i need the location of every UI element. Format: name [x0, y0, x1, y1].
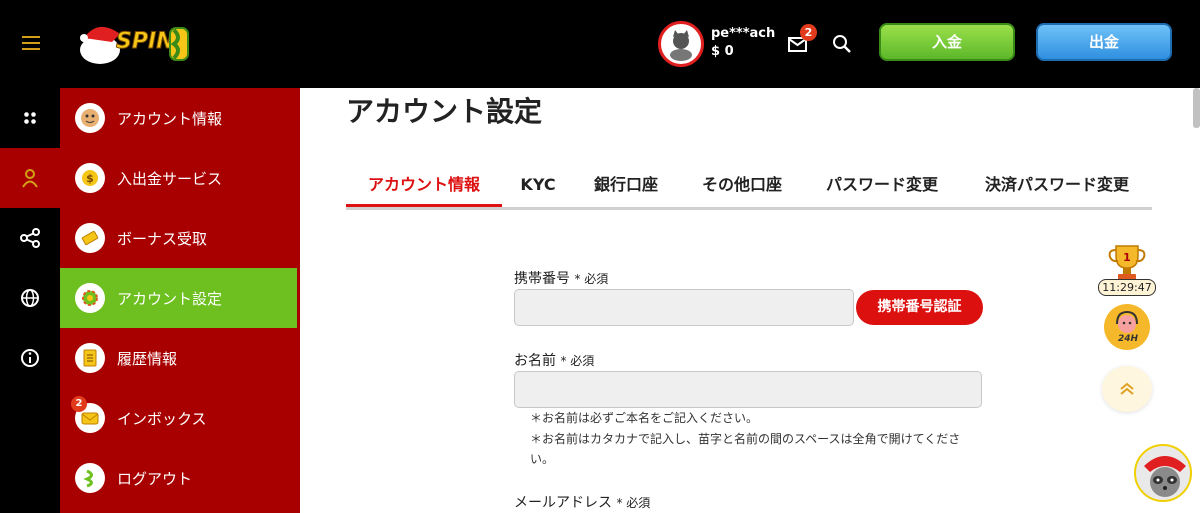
user-avatar[interactable] [658, 21, 704, 67]
inbox-icon: 2 [71, 396, 105, 433]
tab-password-change[interactable]: パスワード変更 [818, 170, 946, 207]
user-icon [22, 169, 38, 188]
trophy-icon[interactable]: 1 [1106, 242, 1148, 282]
grid-icon [24, 112, 36, 124]
sidebar-item-account-settings[interactable]: アカウント設定 [60, 268, 297, 328]
sidebar-item-bonus[interactable]: ボーナス受取 [60, 208, 297, 268]
sidebar-item-history[interactable]: 履歴情報 [60, 328, 297, 388]
search-icon[interactable] [831, 33, 853, 55]
ticket-icon [75, 223, 105, 253]
hamburger-menu-icon[interactable] [22, 36, 40, 50]
sidebar-item-label: インボックス [117, 409, 207, 428]
rail-info[interactable] [0, 328, 60, 388]
svg-text:SPIN: SPIN [116, 29, 175, 54]
sidebar-item-label: アカウント設定 [117, 289, 223, 308]
svg-text:$: $ [86, 172, 94, 185]
mail-badge: 2 [800, 24, 817, 41]
scroll-to-top-button[interactable] [1102, 366, 1152, 412]
icon-rail [0, 88, 60, 513]
phone-label-text: 携帯番号 [514, 271, 570, 287]
name-input[interactable] [514, 371, 982, 408]
tab-bank-account[interactable]: 銀行口座 [586, 170, 666, 207]
withdraw-button[interactable]: 出金 [1036, 23, 1172, 61]
rail-grid[interactable] [0, 88, 60, 148]
face-icon [75, 103, 105, 133]
phone-input[interactable] [514, 289, 854, 326]
required-mark: * 必須 [574, 272, 609, 286]
settings-tabs: アカウント情報 KYC 銀行口座 その他口座 パスワード変更 決済パスワード変更 [346, 170, 1152, 210]
sidebar-item-banking[interactable]: $ 入出金サービス [60, 148, 297, 208]
deposit-button[interactable]: 入金 [879, 23, 1015, 61]
sidebar-item-label: ログアウト [117, 469, 193, 488]
account-sidebar: アカウント情報 $ 入出金サービス ボーナス受取 アカウント設定 履歴情報 2 … [60, 88, 300, 513]
logout-icon [75, 463, 105, 493]
rail-account[interactable] [0, 148, 60, 208]
rail-share[interactable] [0, 208, 60, 268]
site-logo[interactable]: SPIN [78, 16, 196, 68]
name-label-text: お名前 [514, 353, 556, 369]
page-title: アカウント設定 [346, 95, 543, 128]
raccoon-mascot-icon [1144, 456, 1186, 497]
phone-label: 携帯番号 * 必須 [514, 268, 608, 288]
top-header: SPIN pe***ach $ 0 2 入金 出金 [0, 0, 1200, 88]
mascot-avatar[interactable] [1134, 444, 1192, 502]
double-chevron-up-icon [1120, 382, 1134, 395]
money-icon: $ [75, 163, 105, 193]
sidebar-item-account-info[interactable]: アカウント情報 [60, 88, 297, 148]
svg-text:1: 1 [1123, 251, 1131, 264]
name-note-2: ＊お名前はカタカナで記入し、苗字と名前の間のスペースは全角で開けてください。 [530, 432, 961, 466]
document-icon [75, 343, 105, 373]
sidebar-item-inbox[interactable]: 2 インボックス [60, 388, 297, 448]
tab-payment-password-change[interactable]: 決済パスワード変更 [976, 170, 1138, 207]
share-icon [20, 228, 40, 248]
page-scrollbar[interactable] [1193, 88, 1200, 128]
balance: $ 0 [711, 44, 734, 59]
sidebar-item-label: 履歴情報 [117, 349, 178, 368]
sidebar-item-label: 入出金サービス [117, 169, 223, 188]
name-note-1: ＊お名前は必ずご本名をご記入ください。 [530, 411, 759, 425]
sidebar-item-logout[interactable]: ログアウト [60, 448, 297, 508]
globe-icon [21, 289, 39, 307]
tab-kyc[interactable]: KYC [514, 170, 562, 207]
tab-account-info[interactable]: アカウント情報 [346, 170, 502, 207]
tab-other-account[interactable]: その他口座 [694, 170, 790, 207]
phone-verify-button[interactable]: 携帯番号認証 [856, 290, 983, 325]
name-label: お名前 * 必須 [514, 350, 594, 370]
inbox-badge: 2 [71, 396, 87, 412]
email-label: メールアドレス * 必須 [514, 492, 650, 512]
cat-avatar-icon [670, 30, 692, 61]
sidebar-item-label: アカウント情報 [117, 109, 223, 128]
email-label-text: メールアドレス [514, 495, 612, 511]
event-timer: 11:29:47 [1098, 279, 1156, 296]
gear-icon [75, 283, 105, 313]
required-mark: * 必須 [560, 354, 595, 368]
info-icon [21, 349, 39, 367]
rail-language[interactable] [0, 268, 60, 328]
username: pe***ach [711, 26, 776, 41]
sidebar-item-label: ボーナス受取 [117, 229, 208, 248]
support-24h-label: 24H [1118, 334, 1139, 344]
required-mark: * 必須 [616, 496, 651, 510]
